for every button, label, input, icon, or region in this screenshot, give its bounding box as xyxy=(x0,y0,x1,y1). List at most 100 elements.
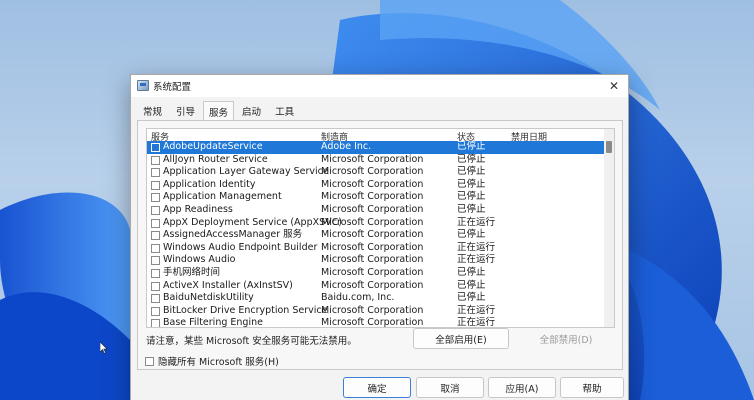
tab-boot[interactable]: 引导 xyxy=(170,101,201,120)
service-name: App Readiness xyxy=(163,203,233,215)
service-row[interactable]: App Readiness Microsoft Corporation 已停止 xyxy=(147,204,604,217)
service-status: 已停止 xyxy=(457,266,486,278)
service-enable-checkbox[interactable] xyxy=(151,243,160,253)
service-name: Windows Audio xyxy=(163,254,236,266)
service-name: BaiduNetdiskUtility xyxy=(163,292,254,304)
service-row[interactable]: Windows Audio Microsoft Corporation 正在运行 xyxy=(147,254,604,267)
service-row[interactable]: Application Management Microsoft Corporat… xyxy=(147,191,604,204)
help-button[interactable]: 帮助 xyxy=(560,377,624,398)
service-status: 已停止 xyxy=(457,166,486,178)
service-status: 正在运行 xyxy=(457,317,496,328)
service-status: 正在运行 xyxy=(457,216,496,228)
service-rows: AdobeUpdateService Adobe Inc. 已停止 AllJoyn R… xyxy=(147,141,604,328)
close-icon[interactable]: ✕ xyxy=(604,77,624,94)
service-name: 手机网络时间 xyxy=(163,266,221,278)
service-row[interactable]: 手机网络时间 Microsoft Corporation 已停止 xyxy=(147,267,604,280)
service-status: 已停止 xyxy=(457,178,486,190)
service-enable-checkbox[interactable] xyxy=(151,180,160,190)
services-list[interactable]: 服务 制造商 状态 禁用日期 AdobeUpdateService Adobe I… xyxy=(146,128,615,328)
service-enable-checkbox[interactable] xyxy=(151,231,160,241)
hide-microsoft-services-box[interactable] xyxy=(145,356,154,366)
service-manufacturer: Microsoft Corporation xyxy=(321,178,424,190)
service-enable-checkbox[interactable] xyxy=(151,143,160,152)
service-row[interactable]: AppX Deployment Service (AppXSVC) Microso… xyxy=(147,217,604,230)
service-name: BitLocker Drive Encryption Service xyxy=(163,304,328,316)
ok-button[interactable]: 确定 xyxy=(343,377,411,398)
service-name: AssignedAccessManager 服务 xyxy=(163,229,303,241)
hide-microsoft-services-checkbox[interactable]: 隐藏所有 Microsoft 服务(H) xyxy=(145,354,279,368)
service-name: Base Filtering Engine xyxy=(163,317,263,328)
service-name: AllJoyn Router Service xyxy=(163,153,268,165)
tab-tools[interactable]: 工具 xyxy=(269,101,300,120)
service-enable-checkbox[interactable] xyxy=(151,193,160,203)
service-enable-checkbox[interactable] xyxy=(151,306,160,316)
service-enable-checkbox[interactable] xyxy=(151,205,160,215)
service-manufacturer: Adobe Inc. xyxy=(321,141,372,152)
tab-strip: 常规 引导 服务 启动 工具 xyxy=(137,101,302,121)
system-config-app-icon xyxy=(137,80,149,91)
service-row[interactable]: Application Layer Gateway Service Microso… xyxy=(147,166,604,179)
service-manufacturer: Microsoft Corporation xyxy=(321,203,424,215)
title-bar[interactable]: 系统配置 ✕ xyxy=(131,75,628,97)
service-enable-checkbox[interactable] xyxy=(151,218,160,228)
service-manufacturer: Microsoft Corporation xyxy=(321,153,424,165)
disable-all-button[interactable]: 全部禁用(D) xyxy=(518,328,614,349)
service-status: 正在运行 xyxy=(457,254,496,266)
service-name: Windows Audio Endpoint Builder xyxy=(163,241,318,253)
tab-services[interactable]: 服务 xyxy=(203,101,235,121)
service-name: Application Identity xyxy=(163,178,256,190)
service-row[interactable]: AdobeUpdateService Adobe Inc. 已停止 xyxy=(147,141,604,154)
service-row[interactable]: BitLocker Drive Encryption Service Micros… xyxy=(147,305,604,318)
service-manufacturer: Microsoft Corporation xyxy=(321,317,424,328)
service-status: 已停止 xyxy=(457,292,486,304)
service-manufacturer: Microsoft Corporation xyxy=(321,229,424,241)
service-enable-checkbox[interactable] xyxy=(151,294,160,304)
service-row[interactable]: Application Identity Microsoft Corporatio… xyxy=(147,179,604,192)
service-enable-checkbox[interactable] xyxy=(151,256,160,266)
list-header: 服务 制造商 状态 禁用日期 xyxy=(147,129,604,143)
service-name: AdobeUpdateService xyxy=(163,141,263,152)
service-enable-checkbox[interactable] xyxy=(151,319,160,327)
window-title: 系统配置 xyxy=(153,82,192,93)
cancel-button[interactable]: 取消 xyxy=(416,377,484,398)
list-scrollbar[interactable] xyxy=(604,129,614,327)
service-row[interactable]: Windows Audio Endpoint Builder Microsoft … xyxy=(147,242,604,255)
service-manufacturer: Microsoft Corporation xyxy=(321,266,424,278)
service-name: Application Layer Gateway Service xyxy=(163,166,329,178)
service-name: AppX Deployment Service (AppXSVC) xyxy=(163,216,342,228)
service-manufacturer: Microsoft Corporation xyxy=(321,191,424,203)
service-manufacturer: Microsoft Corporation xyxy=(321,216,424,228)
service-enable-checkbox[interactable] xyxy=(151,281,160,291)
service-row[interactable]: Base Filtering Engine Microsoft Corporati… xyxy=(147,317,604,328)
security-services-note: 请注意，某些 Microsoft 安全服务可能无法禁用。 xyxy=(146,336,357,347)
service-status: 已停止 xyxy=(457,229,486,241)
service-manufacturer: Microsoft Corporation xyxy=(321,304,424,316)
service-name: ActiveX Installer (AxInstSV) xyxy=(163,279,293,291)
service-manufacturer: Microsoft Corporation xyxy=(321,241,424,253)
tab-startup[interactable]: 启动 xyxy=(236,101,267,120)
service-manufacturer: Baidu.com, Inc. xyxy=(321,292,395,304)
service-row[interactable]: AssignedAccessManager 服务 Microsoft Corpor… xyxy=(147,229,604,242)
service-status: 已停止 xyxy=(457,203,486,215)
mouse-pointer-icon xyxy=(100,342,108,354)
scrollbar-thumb[interactable] xyxy=(606,141,612,153)
enable-all-button[interactable]: 全部启用(E) xyxy=(413,328,509,349)
service-manufacturer: Microsoft Corporation xyxy=(321,279,424,291)
apply-button[interactable]: 应用(A) xyxy=(488,377,556,398)
service-status: 已停止 xyxy=(457,279,486,291)
service-enable-checkbox[interactable] xyxy=(151,155,160,165)
services-tab-panel: 服务 制造商 状态 禁用日期 AdobeUpdateService Adobe I… xyxy=(137,120,623,370)
service-name: Application Management xyxy=(163,191,282,203)
service-manufacturer: Microsoft Corporation xyxy=(321,166,424,178)
service-row[interactable]: BaiduNetdiskUtility Baidu.com, Inc. 已停止 xyxy=(147,292,604,305)
service-enable-checkbox[interactable] xyxy=(151,268,160,278)
service-enable-checkbox[interactable] xyxy=(151,168,160,178)
service-manufacturer: Microsoft Corporation xyxy=(321,254,424,266)
tab-general[interactable]: 常规 xyxy=(137,101,168,120)
service-status: 正在运行 xyxy=(457,304,496,316)
service-row[interactable]: ActiveX Installer (AxInstSV) Microsoft Co… xyxy=(147,280,604,293)
service-status: 已停止 xyxy=(457,191,486,203)
service-row[interactable]: AllJoyn Router Service Microsoft Corporat… xyxy=(147,154,604,167)
hide-microsoft-services-label: 隐藏所有 Microsoft 服务(H) xyxy=(158,357,279,368)
service-status: 正在运行 xyxy=(457,241,496,253)
